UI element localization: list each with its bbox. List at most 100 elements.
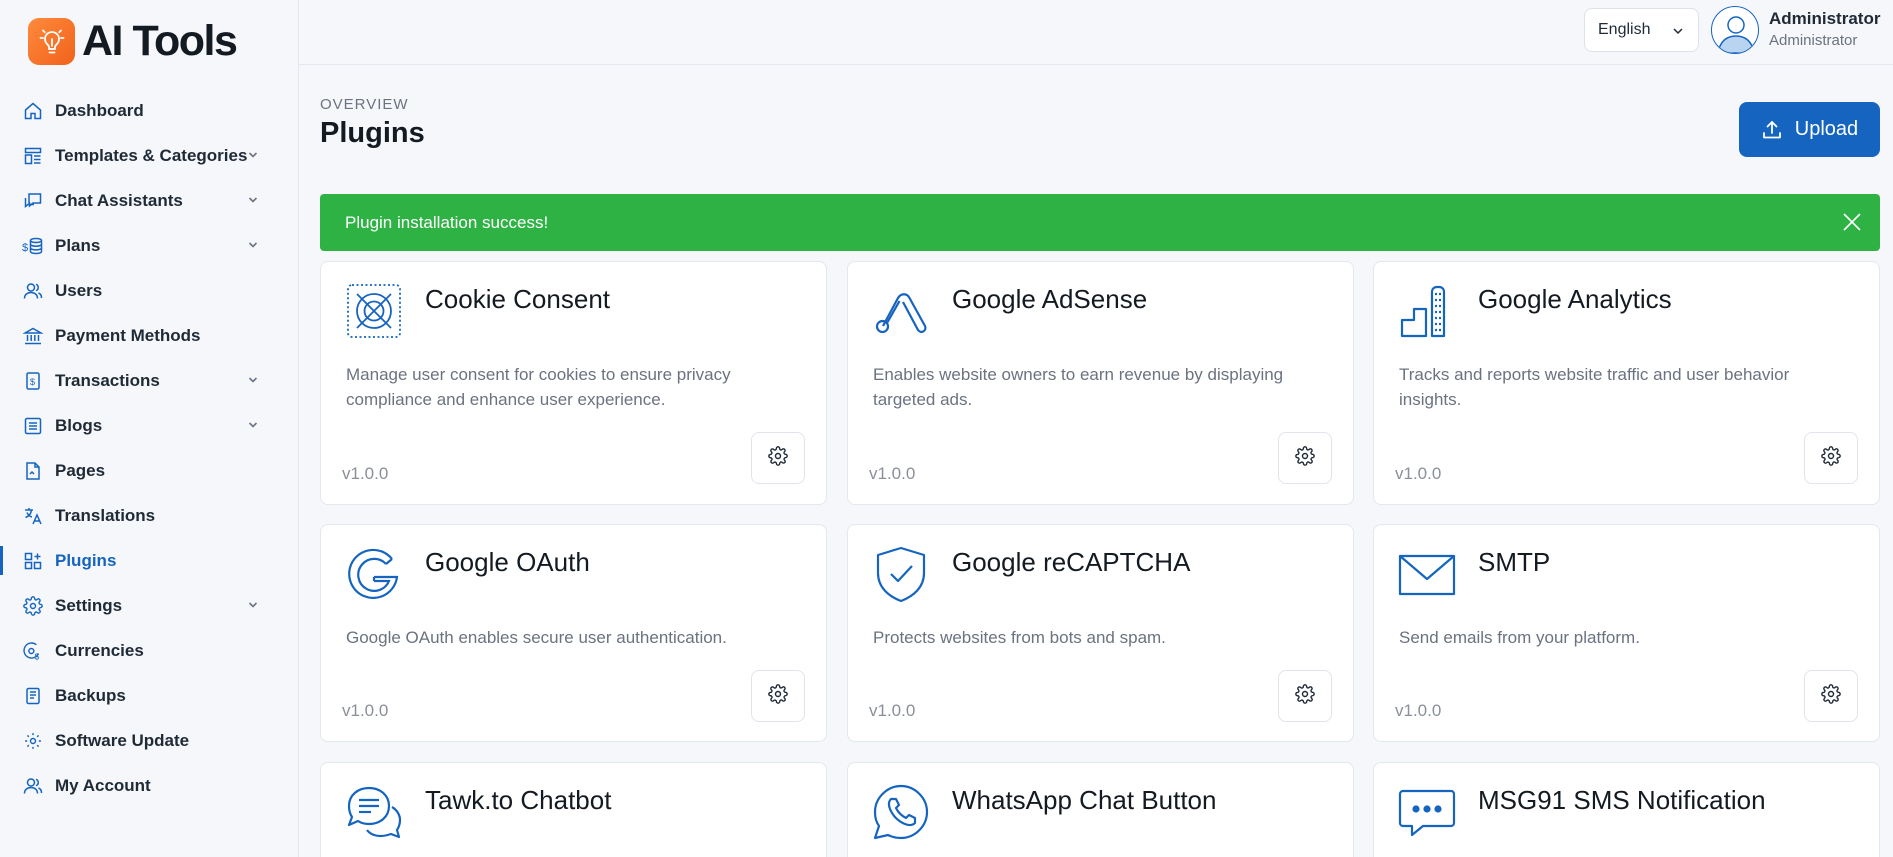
transactions-icon: $ [22,370,44,392]
plugin-description: Enables website owners to earn revenue b… [873,365,1284,409]
chevron-down-icon [247,238,259,256]
users-icon [22,280,44,302]
whatsapp-icon [872,783,930,841]
google-icon [345,545,403,603]
plugin-card-google-recaptcha: Google reCAPTCHA Protects websites from … [847,524,1354,742]
sidebar-item-pages[interactable]: Pages [0,448,299,493]
plugin-title: WhatsApp Chat Button [952,785,1217,815]
plugin-card-google-adsense: Google AdSense Enables website owners to… [847,261,1354,505]
sidebar-item-plans[interactable]: $ Plans [0,223,299,268]
sidebar-item-payment-methods[interactable]: Payment Methods [0,313,299,358]
app-name: AI Tools [82,17,238,65]
plugin-settings-button[interactable] [751,670,805,722]
close-icon[interactable] [1842,212,1862,237]
sidebar-item-label: Plans [55,235,101,255]
upload-label: Upload [1794,118,1859,140]
update-icon [22,730,44,752]
gear-icon [1821,445,1841,471]
sidebar-item-blogs[interactable]: Blogs [0,403,299,448]
plugin-card-tawkto-chatbot: Tawk.to Chatbot [320,762,827,857]
templates-icon [22,145,44,167]
plugin-card-whatsapp-chat-button: WhatsApp Chat Button [847,762,1354,857]
plugin-version: v1.0.0 [1395,464,1442,483]
gear-icon [768,445,788,471]
sidebar-item-dashboard[interactable]: Dashboard [0,88,299,133]
blogs-icon [22,415,44,437]
sidebar-item-label: Translations [55,505,156,525]
gear-icon [22,595,44,617]
plugin-description: Tracks and reports website traffic and u… [1399,365,1790,409]
chevron-down-icon [247,193,259,211]
language-value: English [1598,21,1651,38]
plugin-title: Google reCAPTCHA [952,547,1191,577]
plugin-version: v1.0.0 [342,464,389,483]
plugin-version: v1.0.0 [869,464,916,483]
sidebar-nav: Dashboard Templates & Categories Chat As… [0,88,299,808]
language-select[interactable]: English [1584,8,1699,52]
plugin-settings-button[interactable] [1278,432,1332,484]
plugin-card-smtp: SMTP Send emails from your platform. v1.… [1373,524,1880,742]
sidebar: AI Tools Dashboard Templates & Categorie… [0,0,299,857]
plugin-description: Manage user consent for cookies to ensur… [346,365,731,409]
lightbulb-logo-icon [28,18,75,65]
plugin-card-msg91-sms-notification: MSG91 SMS Notification [1373,762,1880,857]
sidebar-item-label: Transactions [55,370,160,390]
upload-button[interactable]: Upload [1739,102,1880,157]
user-name[interactable]: Administrator [1769,9,1880,29]
sidebar-item-settings[interactable]: Settings [0,583,299,628]
sidebar-item-plugins[interactable]: Plugins [0,538,299,583]
topbar: English Administrator Administrator [299,0,1893,65]
plugin-version: v1.0.0 [342,701,389,720]
plugin-title: Cookie Consent [425,284,610,314]
upload-icon [1761,119,1783,141]
envelope-icon [1398,545,1456,603]
analytics-icon [1398,282,1456,340]
plugin-title: Tawk.to Chatbot [425,785,612,815]
app-logo[interactable]: AI Tools [28,17,238,66]
sidebar-item-label: Payment Methods [55,325,201,345]
plugin-title: Google Analytics [1478,284,1672,314]
plugin-version: v1.0.0 [869,701,916,720]
plugin-title: SMTP [1478,547,1551,577]
sidebar-item-templates[interactable]: Templates & Categories [0,133,299,178]
sidebar-item-label: Dashboard [55,100,144,120]
home-icon [22,100,44,122]
shield-check-icon [872,545,930,603]
sidebar-item-backups[interactable]: Backups [0,673,299,718]
plugin-settings-button[interactable] [1804,432,1858,484]
user-role: Administrator [1769,32,1858,49]
chevron-down-icon [247,418,259,436]
svg-text:$: $ [35,651,40,661]
plugin-settings-button[interactable] [751,432,805,484]
page-title: Plugins [320,117,425,149]
plugin-settings-button[interactable] [1804,670,1858,722]
chevron-down-icon [247,598,259,616]
sidebar-item-chat-assistants[interactable]: Chat Assistants [0,178,299,223]
sidebar-item-label: Backups [55,685,126,705]
gear-icon [1295,445,1315,471]
sidebar-item-label: Pages [55,460,106,480]
avatar[interactable] [1711,6,1759,54]
sidebar-item-transactions[interactable]: $ Transactions [0,358,299,403]
sidebar-item-label: Settings [55,595,123,615]
pages-icon [22,460,44,482]
chat-icon [22,190,44,212]
sms-icon [1398,783,1456,841]
gear-icon [768,683,788,709]
sidebar-item-label: My Account [55,775,151,795]
plugin-settings-button[interactable] [1278,670,1332,722]
sidebar-item-translations[interactable]: Translations [0,493,299,538]
chevron-down-icon [247,148,259,166]
page-overline: OVERVIEW [320,96,409,113]
plugin-card-cookie-consent: Cookie Consent Manage user consent for c… [320,261,827,505]
sidebar-item-currencies[interactable]: $ Currencies [0,628,299,673]
plugin-title: Google OAuth [425,547,590,577]
sidebar-item-my-account[interactable]: My Account [0,763,299,808]
sidebar-item-software-update[interactable]: Software Update [0,718,299,763]
sidebar-item-users[interactable]: Users [0,268,299,313]
cookie-icon [345,282,403,340]
sidebar-item-label: Plugins [55,550,117,570]
chat-bubbles-icon [345,783,403,841]
gear-icon [1821,683,1841,709]
svg-text:$: $ [30,377,35,387]
